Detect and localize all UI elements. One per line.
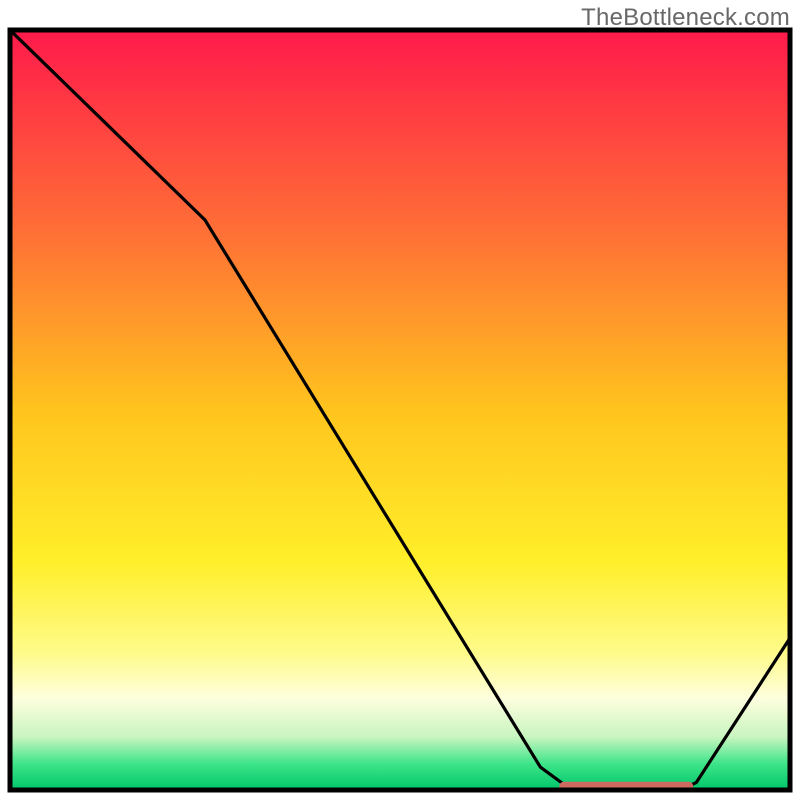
bottleneck-chart	[0, 0, 800, 800]
watermark-text: TheBottleneck.com	[581, 4, 790, 32]
chart-container: TheBottleneck.com	[0, 0, 800, 800]
